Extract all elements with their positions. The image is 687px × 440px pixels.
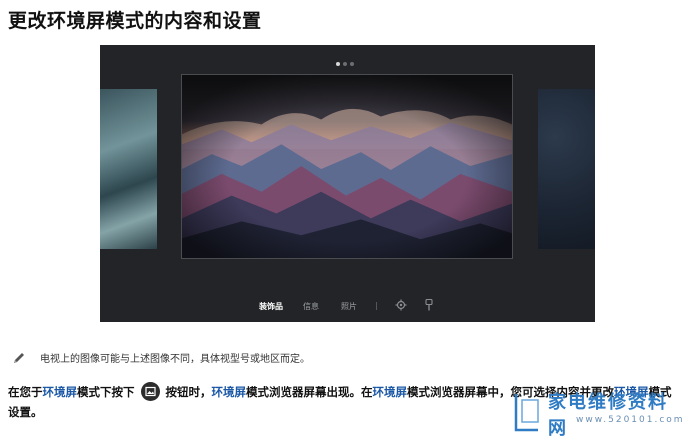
pencil-icon — [12, 351, 26, 365]
previous-content-thumbnail[interactable] — [100, 89, 157, 249]
menu-item-info[interactable]: 信息 — [303, 301, 319, 312]
ambient-mode-browser-screen: 装饰品 信息 照片 | — [100, 45, 595, 322]
ambient-menu-bar: 装饰品 信息 照片 | — [100, 298, 595, 314]
para-text: 在您于 — [8, 385, 43, 399]
carousel-dot — [350, 62, 354, 66]
carousel-indicator — [336, 62, 354, 66]
para-text: 按钮时， — [165, 385, 212, 399]
brush-icon[interactable] — [424, 298, 434, 313]
carousel-dot — [343, 62, 347, 66]
next-content-thumbnail[interactable] — [538, 89, 595, 249]
settings-icon[interactable] — [395, 299, 407, 313]
note-text: 电视上的图像可能与上述图像不同，具体视型号或地区而定。 — [40, 354, 310, 365]
ambient-mode-term: 环境屏 — [42, 385, 78, 399]
para-text: 模式浏览器屏幕出现。在 — [246, 385, 373, 399]
mountain-landscape-image — [182, 75, 512, 258]
selected-content-frame[interactable] — [181, 74, 513, 259]
page-title: 更改环境屏模式的内容和设置 — [8, 10, 262, 32]
menu-separator: | — [375, 301, 378, 310]
site-watermark: 家电维修资料网 www.520101.com — [512, 388, 685, 439]
ambient-button-icon — [140, 382, 160, 401]
ambient-mode-term: 环境屏 — [372, 385, 408, 399]
para-text: 模式下按下 — [77, 385, 135, 399]
carousel-dot-active — [336, 62, 340, 66]
menu-item-decor[interactable]: 装饰品 — [259, 301, 283, 312]
note-row: 电视上的图像可能与上述图像不同，具体视型号或地区而定。 — [12, 350, 310, 365]
watermark-url: www.520101.com — [576, 415, 685, 425]
ambient-mode-term: 环境屏 — [211, 385, 247, 399]
watermark-logo-icon — [514, 394, 539, 432]
menu-item-photos[interactable]: 照片 — [341, 301, 357, 312]
watermark-text: 家电维修资料网 — [548, 392, 668, 439]
